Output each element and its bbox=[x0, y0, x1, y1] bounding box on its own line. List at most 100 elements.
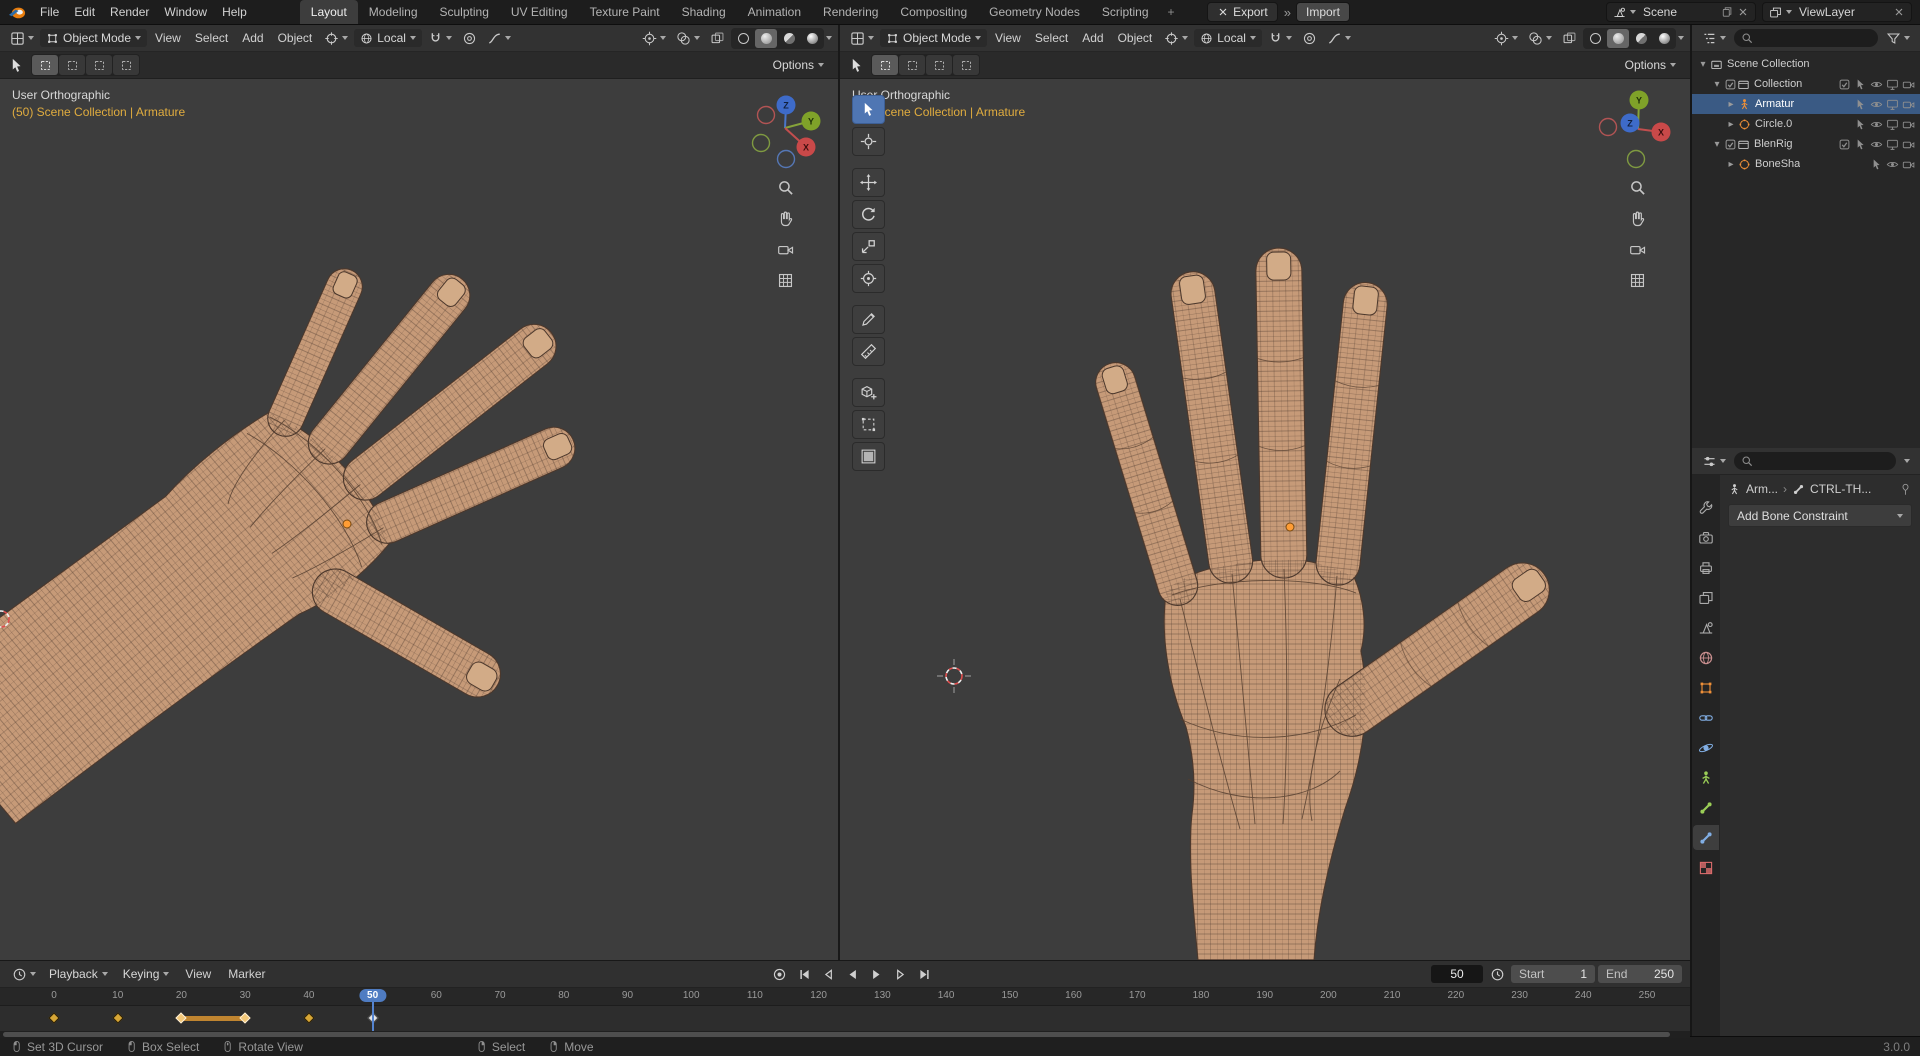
expand-toggle[interactable]: ▸ bbox=[1724, 119, 1738, 130]
workspace-tab-sculpting[interactable]: Sculpting bbox=[429, 0, 500, 24]
select-mode-0[interactable] bbox=[872, 55, 898, 75]
workspace-tab-layout[interactable]: Layout bbox=[299, 0, 358, 24]
shading-solid[interactable] bbox=[755, 28, 777, 48]
orientation-select[interactable]: Local bbox=[1194, 29, 1262, 47]
viewport-left-canvas[interactable]: User Orthographic (50) Scene Collection … bbox=[0, 79, 838, 960]
timeline-view-menu[interactable]: View bbox=[178, 964, 218, 984]
pivot-point-select[interactable] bbox=[320, 29, 352, 48]
workspace-tab-modeling[interactable]: Modeling bbox=[358, 0, 429, 24]
viewport-menu-select[interactable]: Select bbox=[189, 28, 234, 48]
breadcrumb-bone[interactable]: CTRL-TH... bbox=[1810, 482, 1871, 496]
keyframe-diamond[interactable] bbox=[239, 1012, 251, 1024]
viewport-menu-add[interactable]: Add bbox=[236, 28, 269, 48]
proportional-edit-toggle[interactable] bbox=[458, 29, 481, 48]
keyframe-diamond[interactable] bbox=[48, 1012, 60, 1024]
xray-toggle[interactable] bbox=[706, 29, 729, 48]
camera-toggle-icon[interactable] bbox=[1902, 118, 1915, 131]
workspace-tab-uv-editing[interactable]: UV Editing bbox=[500, 0, 579, 24]
shading-rendered[interactable] bbox=[1653, 29, 1675, 48]
viewport-toggle-perspective-button[interactable] bbox=[774, 269, 796, 291]
viewport-menu-object[interactable]: Object bbox=[1112, 28, 1159, 48]
outliner-filter-button[interactable] bbox=[1882, 29, 1914, 48]
navigation-gizmo[interactable]: Y Z X bbox=[1594, 83, 1680, 169]
pivot-point-select[interactable] bbox=[1160, 29, 1192, 48]
tool-mesh-tool[interactable] bbox=[852, 442, 885, 471]
menu-edit[interactable]: Edit bbox=[67, 2, 102, 22]
properties-search-input[interactable] bbox=[1734, 452, 1896, 470]
menu-render[interactable]: Render bbox=[103, 2, 156, 22]
menu-file[interactable]: File bbox=[33, 2, 66, 22]
falloff-select[interactable] bbox=[483, 29, 515, 48]
tool-measure[interactable] bbox=[852, 337, 885, 366]
viewport-right-canvas[interactable]: User Orthographic (50) Scene Collection … bbox=[840, 79, 1690, 960]
tool-scale-cage[interactable] bbox=[852, 410, 885, 439]
play-reverse-button[interactable] bbox=[841, 964, 863, 984]
breadcrumb-object[interactable]: Arm... bbox=[1746, 482, 1778, 496]
viewport-zoom-button[interactable] bbox=[1626, 176, 1648, 198]
jump-to-end-button[interactable] bbox=[913, 964, 935, 984]
remove-viewlayer-icon[interactable] bbox=[1893, 6, 1905, 18]
editor-type-select[interactable] bbox=[846, 29, 878, 48]
tool-annotate[interactable] bbox=[852, 305, 885, 334]
viewport-camera-view-button[interactable] bbox=[774, 238, 796, 260]
shading-rendered[interactable] bbox=[801, 29, 823, 48]
workspace-tab-animation[interactable]: Animation bbox=[737, 0, 812, 24]
viewport-menu-view[interactable]: View bbox=[989, 28, 1027, 48]
tab-object[interactable] bbox=[1693, 675, 1719, 700]
jump-to-start-button[interactable] bbox=[793, 964, 815, 984]
workspace-tab-rendering[interactable]: Rendering bbox=[812, 0, 889, 24]
expand-toggle[interactable]: ▾ bbox=[1696, 59, 1710, 70]
collection-checkbox-icon[interactable] bbox=[1724, 78, 1737, 91]
tab-scene[interactable] bbox=[1693, 615, 1719, 640]
monitor-toggle-icon[interactable] bbox=[1886, 138, 1899, 151]
collection-checkbox-icon[interactable] bbox=[1724, 138, 1737, 151]
pointer-toggle-icon[interactable] bbox=[1854, 98, 1867, 111]
tab-output[interactable] bbox=[1693, 555, 1719, 580]
expand-toggle[interactable]: ▸ bbox=[1724, 99, 1738, 110]
tool-move[interactable] bbox=[852, 168, 885, 197]
select-mode-1[interactable] bbox=[59, 55, 85, 75]
outliner-row-armatur[interactable]: ▸ Armatur bbox=[1692, 94, 1920, 114]
preview-range-toggle[interactable] bbox=[1486, 964, 1508, 984]
expand-toggle[interactable]: ▸ bbox=[1724, 159, 1738, 170]
viewport-menu-add[interactable]: Add bbox=[1076, 28, 1109, 48]
shading-solid[interactable] bbox=[1607, 28, 1629, 48]
keyframe-diamond[interactable] bbox=[112, 1012, 124, 1024]
pointer-toggle-icon[interactable] bbox=[1854, 118, 1867, 131]
tool-scale[interactable] bbox=[852, 232, 885, 261]
select-mode-1[interactable] bbox=[899, 55, 925, 75]
eye-toggle-icon[interactable] bbox=[1886, 158, 1899, 171]
tab-bone-constraint[interactable] bbox=[1693, 825, 1719, 850]
timeline-track[interactable] bbox=[0, 1006, 1690, 1031]
viewport-menu-select[interactable]: Select bbox=[1029, 28, 1074, 48]
workspace-tab-texture-paint[interactable]: Texture Paint bbox=[579, 0, 671, 24]
snap-toggle[interactable] bbox=[1264, 29, 1296, 48]
pointer-toggle-icon[interactable] bbox=[1854, 78, 1867, 91]
tool-cursor[interactable] bbox=[852, 127, 885, 156]
tool-select-box[interactable] bbox=[852, 95, 885, 124]
pointer-toggle-icon[interactable] bbox=[1870, 158, 1883, 171]
import-button[interactable]: Import bbox=[1295, 2, 1350, 22]
gizmos-toggle[interactable] bbox=[638, 29, 670, 48]
camera-toggle-icon[interactable] bbox=[1902, 98, 1915, 111]
tab-constraint[interactable] bbox=[1693, 705, 1719, 730]
current-frame-field[interactable]: 50 bbox=[1431, 965, 1484, 983]
viewport-toggle-perspective-button[interactable] bbox=[1626, 269, 1648, 291]
workspace-tab-geometry-nodes[interactable]: Geometry Nodes bbox=[978, 0, 1091, 24]
monitor-toggle-icon[interactable] bbox=[1886, 78, 1899, 91]
tool-add-cube[interactable] bbox=[852, 378, 885, 407]
workspace-tab-scripting[interactable]: Scripting bbox=[1091, 0, 1160, 24]
menu-help[interactable]: Help bbox=[215, 2, 254, 22]
viewport-pan-button[interactable] bbox=[1626, 207, 1648, 229]
overlays-toggle[interactable] bbox=[1524, 29, 1556, 48]
expand-toggle[interactable]: ▾ bbox=[1710, 139, 1724, 150]
viewport-zoom-button[interactable] bbox=[774, 176, 796, 198]
menu-window[interactable]: Window bbox=[157, 2, 214, 22]
select-mode-2[interactable] bbox=[926, 55, 952, 75]
expand-toggle[interactable]: ▾ bbox=[1710, 79, 1724, 90]
unlink-scene-icon[interactable] bbox=[1737, 6, 1749, 18]
keyframe-diamond[interactable] bbox=[175, 1012, 188, 1024]
mode-select[interactable]: Object Mode bbox=[880, 29, 988, 47]
new-scene-icon[interactable] bbox=[1721, 6, 1733, 18]
eye-toggle-icon[interactable] bbox=[1870, 78, 1883, 91]
